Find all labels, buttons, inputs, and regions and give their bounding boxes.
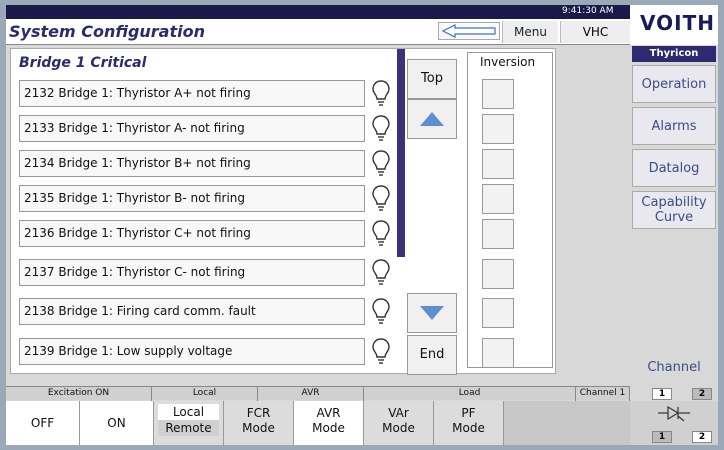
lightbulb-icon xyxy=(372,185,390,211)
list-scrollbar[interactable] xyxy=(397,49,405,257)
mode-bar: OFF ON Local Remote FCR Mode AVR Mode VA… xyxy=(6,401,630,445)
bridge-1-option[interactable]: 1 xyxy=(652,431,672,443)
status-load: Load xyxy=(364,387,576,401)
bridge-2-option[interactable]: 2 xyxy=(692,431,712,443)
inversion-panel: Inversion xyxy=(467,52,553,368)
sidebar-item-operation[interactable]: Operation xyxy=(632,65,716,103)
status-excitation: Excitation ON xyxy=(6,387,152,401)
alarm-row[interactable]: 2132 Bridge 1: Thyristor A+ not firing xyxy=(19,80,365,107)
down-arrow-icon xyxy=(420,306,444,320)
hmi-frame: 9:41:30 AM System Configuration Menu VHC… xyxy=(6,5,718,445)
lightbulb-icon xyxy=(372,220,390,246)
alarm-row[interactable]: 2137 Bridge 1: Thyristor C- not firing xyxy=(19,259,365,286)
thyristor-icon xyxy=(658,405,690,422)
alarm-list: Bridge 1 Critical 2132 Bridge 1: Thyrist… xyxy=(13,51,395,371)
local-label: Local xyxy=(158,404,219,420)
sidebar: Thyricon Operation Alarms Datalog Capabi… xyxy=(630,45,718,375)
bridge-selector[interactable]: 1 2 xyxy=(630,401,718,445)
inversion-toggle[interactable] xyxy=(482,114,514,144)
inversion-toggle[interactable] xyxy=(482,219,514,249)
channel-2-option[interactable]: 2 xyxy=(692,388,712,400)
local-remote-button[interactable]: Local Remote xyxy=(154,401,224,445)
voith-logo: VOITH xyxy=(630,5,718,45)
sidebar-item-capability-curve[interactable]: Capability Curve xyxy=(632,191,716,229)
inversion-toggle[interactable] xyxy=(482,338,514,368)
avr-label: AVR xyxy=(316,406,341,420)
inversion-toggle[interactable] xyxy=(482,298,514,328)
lightbulb-icon xyxy=(372,150,390,176)
off-button[interactable]: OFF xyxy=(6,401,80,445)
avr-mode-label: Mode xyxy=(312,421,345,435)
pf-mode-label: Mode xyxy=(452,421,485,435)
scroll-down-button[interactable] xyxy=(407,293,457,333)
var-label: VAr xyxy=(388,406,409,420)
clock: 9:41:30 AM xyxy=(562,6,614,16)
fcr-mode-button[interactable]: FCR Mode xyxy=(224,401,294,445)
inversion-toggle[interactable] xyxy=(482,259,514,289)
main-content: Bridge 1 Critical 2132 Bridge 1: Thyrist… xyxy=(10,48,556,375)
status-location: Local xyxy=(152,387,258,401)
status-mode: AVR xyxy=(258,387,364,401)
inversion-toggle[interactable] xyxy=(482,79,514,109)
scroll-up-button[interactable] xyxy=(407,99,457,139)
back-button[interactable] xyxy=(438,22,500,40)
alarm-row[interactable]: 2133 Bridge 1: Thyristor A- not firing xyxy=(19,115,365,142)
pf-mode-button[interactable]: PF Mode xyxy=(434,401,504,445)
off-label: OFF xyxy=(30,416,55,430)
lightbulb-icon xyxy=(372,115,390,141)
var-mode-label: Mode xyxy=(382,421,415,435)
sidebar-item-datalog[interactable]: Datalog xyxy=(632,149,716,187)
status-bar: Excitation ON Local AVR Load Channel 1 xyxy=(6,386,630,401)
section-title: Bridge 1 Critical xyxy=(19,55,147,71)
vhc-button[interactable]: VHC xyxy=(560,21,630,43)
avr-mode-button[interactable]: AVR Mode xyxy=(294,401,364,445)
fcr-mode-label: Mode xyxy=(242,421,275,435)
pf-label: PF xyxy=(461,406,476,420)
channel-label: Channel xyxy=(647,360,701,375)
lightbulb-icon xyxy=(372,80,390,106)
alarm-row[interactable]: 2135 Bridge 1: Thyristor B- not firing xyxy=(19,185,365,212)
remote-label: Remote xyxy=(158,420,219,436)
back-arrow-icon xyxy=(441,24,496,38)
alarm-row[interactable]: 2136 Bridge 1: Thyristor C+ not firing xyxy=(19,220,365,247)
on-label: ON xyxy=(107,416,126,430)
title-bar: System Configuration Menu VHC xyxy=(6,19,630,45)
inversion-toggle[interactable] xyxy=(482,149,514,179)
on-button[interactable]: ON xyxy=(80,401,154,445)
alarm-row[interactable]: 2138 Bridge 1: Firing card comm. fault xyxy=(19,298,365,325)
logo-text: VOITH xyxy=(640,11,715,35)
inversion-title: Inversion xyxy=(480,55,536,69)
inversion-toggle[interactable] xyxy=(482,184,514,214)
scroll-navigation: Top End xyxy=(407,53,457,375)
lightbulb-icon xyxy=(372,338,390,364)
up-arrow-icon xyxy=(420,112,444,126)
page-title: System Configuration xyxy=(9,22,205,41)
lightbulb-icon xyxy=(372,298,390,324)
channel-1-option[interactable]: 1 xyxy=(652,388,672,400)
scroll-top-button[interactable]: Top xyxy=(407,59,457,99)
alarm-row[interactable]: 2134 Bridge 1: Thyristor B+ not firing xyxy=(19,150,365,177)
scroll-end-button[interactable]: End xyxy=(407,335,457,375)
var-mode-button[interactable]: VAr Mode xyxy=(364,401,434,445)
lightbulb-icon xyxy=(372,259,390,285)
fcr-label: FCR xyxy=(246,406,271,420)
sidebar-item-alarms[interactable]: Alarms xyxy=(632,107,716,145)
status-channel: Channel 1 xyxy=(576,387,630,401)
sidebar-brand: Thyricon xyxy=(632,46,716,62)
menu-button[interactable]: Menu xyxy=(502,21,558,43)
alarm-row[interactable]: 2139 Bridge 1: Low supply voltage xyxy=(19,338,365,365)
